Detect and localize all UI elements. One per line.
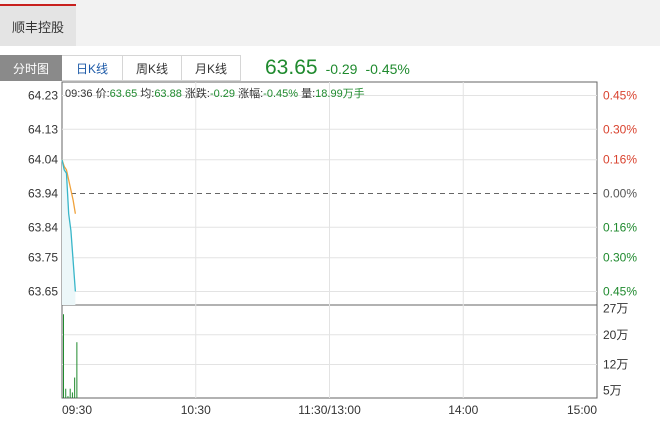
volume-tick-label: 5万 [603, 384, 622, 398]
time-tick-label: 15:00 [567, 403, 597, 417]
info-avg-label: 均: [140, 88, 155, 100]
time-tick-label: 10:30 [181, 403, 211, 417]
time-tick-label: 09:30 [62, 403, 92, 417]
info-price: 63.65 [109, 88, 138, 100]
volume-tick-label: 20万 [603, 328, 628, 342]
info-volume: 18.99万手 [315, 88, 365, 100]
info-avg: 63.88 [154, 88, 182, 100]
volume-tick-label: 27万 [603, 302, 628, 316]
pct-tick-label: 0.45% [603, 284, 637, 298]
time-tick-label: 11:30/13:00 [298, 403, 361, 417]
price-tick-label: 64.13 [28, 122, 58, 136]
info-pct: -0.45% [263, 88, 299, 100]
crosshair-info-bar: 09:36 价:63.65 均:63.88 涨跌:-0.29 涨幅:-0.45%… [65, 85, 365, 101]
price-tick-label: 64.23 [28, 89, 58, 103]
price-tick-label: 63.84 [28, 220, 58, 234]
info-change-label: 涨跌: [184, 88, 210, 100]
info-change: -0.29 [209, 88, 236, 100]
info-price-label: 价: [95, 88, 110, 100]
pct-tick-label: 0.00% [603, 187, 637, 201]
info-time: 09:36 [65, 88, 93, 100]
price-tick-label: 64.04 [28, 153, 58, 167]
pct-tick-label: 0.30% [603, 122, 637, 136]
pct-tick-label: 0.45% [603, 89, 637, 103]
pct-tick-label: 0.16% [603, 220, 637, 234]
price-tick-label: 63.75 [28, 251, 58, 265]
price-tick-label: 63.94 [28, 187, 58, 201]
pct-tick-label: 0.16% [603, 153, 637, 167]
volume-tick-label: 12万 [603, 358, 628, 372]
time-tick-label: 14:00 [448, 403, 478, 417]
info-pct-label: 涨幅: [238, 88, 264, 100]
price-tick-label: 63.65 [28, 284, 58, 298]
intraday-chart: 64.23 0.45% 64.13 0.30% 64.04 0.16% 63.94 0.00%… [28, 81, 637, 417]
info-volume-label: 量: [301, 88, 316, 100]
pct-tick-label: 0.30% [603, 251, 637, 265]
